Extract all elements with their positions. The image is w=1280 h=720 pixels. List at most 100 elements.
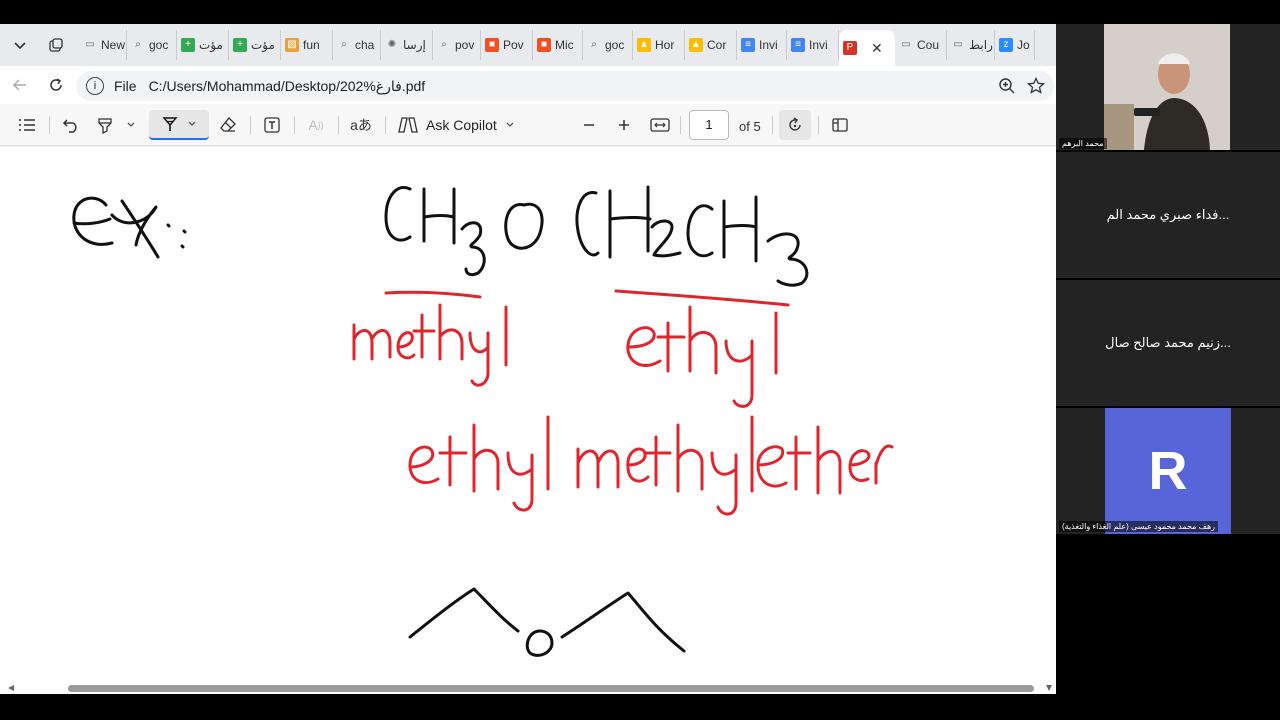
- drive-icon: ▲: [637, 38, 651, 52]
- url-scheme-label: File: [114, 78, 137, 94]
- refresh-icon[interactable]: [41, 70, 71, 100]
- back-arrow-icon[interactable]: [5, 70, 35, 100]
- browser-window: ▭ New ⌕ goc + مؤت + مؤت ▨ fun ⌕ cha ✺ إرسا ⌕ pov ■ Pov ■ Mi…: [0, 24, 1056, 694]
- draw-dropdown-icon[interactable]: [187, 119, 197, 129]
- page-view-icon[interactable]: [829, 110, 851, 140]
- browser-tab[interactable]: ■ Mic: [533, 30, 583, 60]
- tab-label: مؤت: [199, 38, 223, 52]
- highlight-dropdown-icon[interactable]: [124, 110, 138, 140]
- tab-label: Cou: [917, 38, 940, 52]
- ink-ex-label: [72, 196, 160, 259]
- info-icon[interactable]: i: [86, 77, 104, 95]
- vertical-scrollbar[interactable]: [1042, 147, 1056, 694]
- browser-tab[interactable]: ⌕ pov: [433, 30, 481, 60]
- browser-tab[interactable]: ▨ fun: [281, 30, 333, 60]
- browser-tab[interactable]: + مؤت: [177, 30, 229, 60]
- ink-ethyl-word: [626, 305, 778, 408]
- search-icon: ⌕: [441, 39, 447, 50]
- participant-caption: محمد البرهم: [1059, 138, 1107, 149]
- highlight-icon[interactable]: [94, 110, 116, 140]
- page-number-input[interactable]: 1: [689, 110, 729, 140]
- ink-ch3: [384, 186, 486, 277]
- zoom-icon: z: [999, 38, 1013, 52]
- participant-tile-video[interactable]: محمد البرهم: [1056, 24, 1280, 150]
- tab-list-dropdown-icon[interactable]: [5, 30, 35, 60]
- tab-label: cha: [355, 38, 375, 52]
- plus-doc-icon: +: [181, 38, 195, 52]
- browser-tab[interactable]: + مؤت: [229, 30, 281, 60]
- horizontal-scrollbar[interactable]: [0, 682, 1042, 694]
- address-bar: i File C:/Users/Mohammad/Desktop/202%فار…: [0, 66, 1056, 104]
- fit-width-icon[interactable]: [648, 110, 672, 140]
- plus-doc-icon: +: [233, 38, 247, 52]
- contents-list-icon[interactable]: [16, 110, 38, 140]
- zoom-in-icon[interactable]: [613, 110, 635, 140]
- microsoft-icon: ■: [537, 38, 551, 52]
- tab-label: New: [101, 38, 126, 52]
- search-icon: ⌕: [591, 39, 597, 50]
- tab-label: fun: [303, 38, 320, 52]
- openai-icon: ✺: [387, 39, 397, 50]
- browser-tab[interactable]: ⌕ goc: [583, 30, 633, 60]
- ink-skeletal-oxygen: [525, 629, 554, 657]
- page-icon: ▭: [85, 39, 95, 50]
- tab-label: Invi: [809, 38, 828, 52]
- page-icon: ▭: [953, 39, 963, 50]
- pdf-page[interactable]: [0, 147, 1056, 694]
- text-box-icon[interactable]: [261, 110, 283, 140]
- image-icon: ▨: [285, 38, 299, 52]
- browser-tab[interactable]: ▭ Cou: [895, 30, 947, 60]
- browser-tab[interactable]: ▭ New: [79, 30, 127, 60]
- url-field[interactable]: i File C:/Users/Mohammad/Desktop/202%فار…: [76, 71, 1054, 101]
- browser-tab[interactable]: ▲ Cor: [685, 30, 737, 60]
- browser-tab[interactable]: ■ Pov: [481, 30, 533, 60]
- read-aloud-icon: A)): [308, 117, 324, 133]
- workspaces-icon[interactable]: [41, 30, 71, 60]
- ask-copilot-button[interactable]: Ask Copilot: [398, 110, 522, 140]
- tab-label: Cor: [707, 38, 727, 52]
- browser-tab[interactable]: ≡ Invi: [737, 30, 787, 60]
- tab-label: goc: [605, 38, 625, 52]
- browser-tab[interactable]: ▲ Hor: [633, 30, 685, 60]
- horizontal-scroll-thumb[interactable]: [68, 685, 1034, 692]
- browser-tab[interactable]: ≡ Invi: [787, 30, 839, 60]
- ink-methyl-word: [352, 303, 508, 387]
- tab-label: Pov: [503, 38, 524, 52]
- pdf-toolbar: A)) aあ Ask Copilot 1 of 5: [0, 104, 1056, 146]
- tab-label: goc: [149, 38, 169, 52]
- browser-tab[interactable]: ▭ رابط: [947, 30, 995, 60]
- browser-tab[interactable]: ✺ إرسا: [381, 30, 433, 60]
- tab-label: Jo: [1017, 38, 1030, 52]
- favorite-star-icon[interactable]: [1026, 76, 1046, 100]
- participant-avatar: R: [1105, 408, 1231, 534]
- eraser-icon[interactable]: [217, 110, 239, 140]
- tab-label: مؤت: [251, 38, 275, 52]
- ask-copilot-label: Ask Copilot: [426, 117, 497, 133]
- draw-pen-button[interactable]: [149, 110, 209, 140]
- ink-ethyl-overline: [614, 289, 790, 307]
- browser-tab[interactable]: ⌕ goc: [127, 30, 177, 60]
- participant-tile-name[interactable]: ...فداء صبري محمد الم: [1056, 152, 1280, 278]
- ink-ch2ch3: [575, 185, 809, 287]
- ink-colon: [166, 223, 187, 249]
- page-total-label: of 5: [739, 119, 761, 134]
- docs-icon: ≡: [741, 38, 755, 52]
- participant-video-feed: [1104, 24, 1230, 150]
- url-text[interactable]: C:/Users/Mohammad/Desktop/202%فارغ.pdf: [149, 78, 426, 95]
- browser-tab[interactable]: ⌕ cha: [333, 30, 381, 60]
- avatar-initial: R: [1148, 441, 1188, 501]
- screen: ▭ New ⌕ goc + مؤت + مؤت ▨ fun ⌕ cha ✺ إرسا ⌕ pov ■ Pov ■ Mi…: [0, 0, 1280, 720]
- docs-icon: ≡: [791, 38, 805, 52]
- tab-label: إرسا: [403, 38, 426, 52]
- participant-tile-name[interactable]: ...زنيم محمد صالح صال: [1056, 280, 1280, 406]
- rotate-icon[interactable]: [779, 110, 811, 140]
- zoom-icon[interactable]: [998, 77, 1016, 100]
- close-tab-icon[interactable]: ✕: [871, 40, 883, 57]
- undo-icon[interactable]: [60, 110, 82, 140]
- participant-tile-avatar[interactable]: R رهف محمد محمود عيسى (علم الغذاء والتغذ…: [1056, 408, 1280, 534]
- ink-ethyl-methyl-ether: [408, 415, 894, 516]
- translate-icon[interactable]: aあ: [350, 110, 372, 140]
- zoom-out-icon[interactable]: [578, 110, 600, 140]
- browser-tab[interactable]: P ✕: [839, 30, 895, 66]
- browser-tab[interactable]: z Jo: [995, 30, 1035, 60]
